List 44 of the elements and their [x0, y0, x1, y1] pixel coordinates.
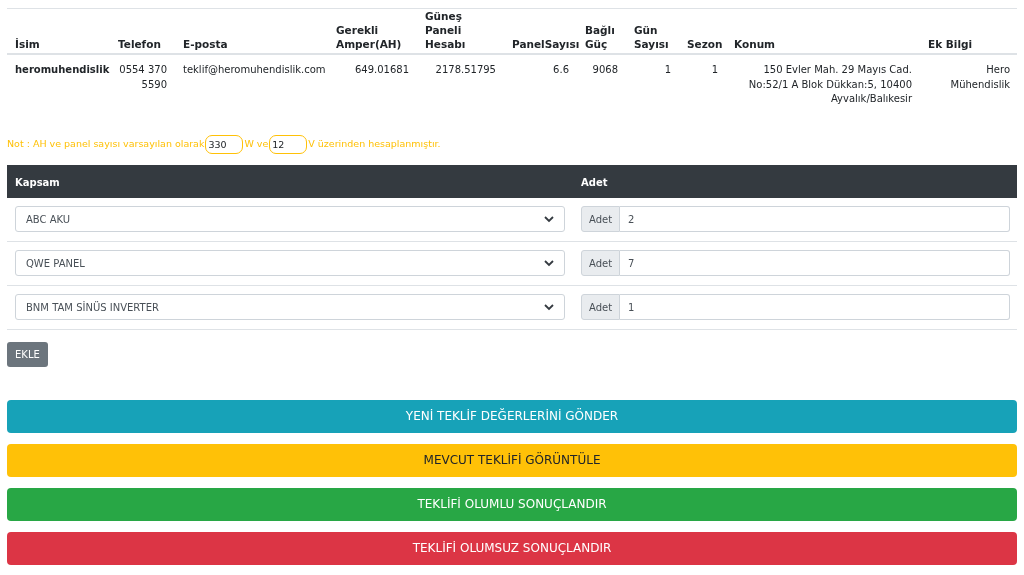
table-cell-text: heromuhendislik: [15, 63, 110, 77]
column-header: Adet: [580, 177, 609, 188]
column-header: Bağlı Güç: [585, 23, 616, 51]
product-dropdown[interactable]: ABC AKU: [15, 206, 565, 232]
column-header: Sezon: [687, 37, 723, 51]
table-cell-text: 649.01681: [354, 63, 409, 77]
action-button[interactable]: TEKLİFİ OLUMSUZ SONUÇLANDIR: [7, 531, 1017, 565]
table-cell-text: 1: [664, 63, 671, 77]
chevron-down-icon: [544, 215, 554, 223]
column-header: Güneş Paneli Hesabı: [425, 9, 467, 51]
quantity-field[interactable]: 7: [620, 250, 1010, 276]
column-header: Telefon: [118, 37, 161, 51]
product-dropdown[interactable]: QWE PANEL: [15, 250, 565, 276]
input-addon: Adet: [581, 250, 621, 276]
quantity-field[interactable]: 2: [620, 206, 1010, 232]
table-cell-text: 150 Evler Mah. 29 Mayıs Cad. No:52/1 A Blok Dükkan:5, 10400 Ayvalık/Balıkesir: [747, 63, 912, 106]
input-addon: Adet: [581, 206, 621, 232]
column-header: E-posta: [183, 37, 228, 51]
table-cell-text: 2178.51795: [435, 63, 496, 77]
column-header: Gün Sayısı: [634, 23, 670, 51]
chevron-down-icon: [544, 259, 554, 267]
quantity-field[interactable]: 1: [620, 294, 1010, 320]
column-header: PanelSayısı: [512, 37, 580, 51]
column-header: Ek Bilgi: [928, 37, 973, 51]
table-cell-text: 6.6: [553, 63, 569, 77]
product-dropdown[interactable]: BNM TAM SİNÜS INVERTER: [15, 294, 565, 320]
column-header: Gerekli Amper(AH): [336, 23, 403, 51]
table-cell-text: 9068: [592, 63, 618, 77]
table-cell-text: Hero Mühendislik: [949, 63, 1010, 92]
column-header: Kapsam: [14, 177, 61, 188]
note-text: V üzerinden hesaplanmıştır.: [308, 137, 441, 152]
column-header: İsim: [15, 37, 40, 51]
table-cell-text: 1: [711, 63, 718, 77]
add-button[interactable]: EKLE: [7, 341, 48, 367]
input-field[interactable]: 330: [205, 135, 244, 154]
input-field[interactable]: 12: [269, 135, 308, 154]
column-header: Konum: [734, 37, 776, 51]
input-addon: Adet: [581, 294, 621, 320]
table-cell-text: teklif@heromuhendislik.com: [183, 63, 326, 77]
chevron-down-icon: [544, 303, 554, 311]
note-text: Not : AH ve panel sayısı varsayılan olarak: [7, 137, 205, 152]
table-cell-text: 0554 370 5590: [118, 63, 167, 92]
action-button[interactable]: MEVCUT TEKLİFİ GÖRÜNTÜLE: [7, 443, 1017, 477]
note-text: W ve: [244, 137, 269, 152]
